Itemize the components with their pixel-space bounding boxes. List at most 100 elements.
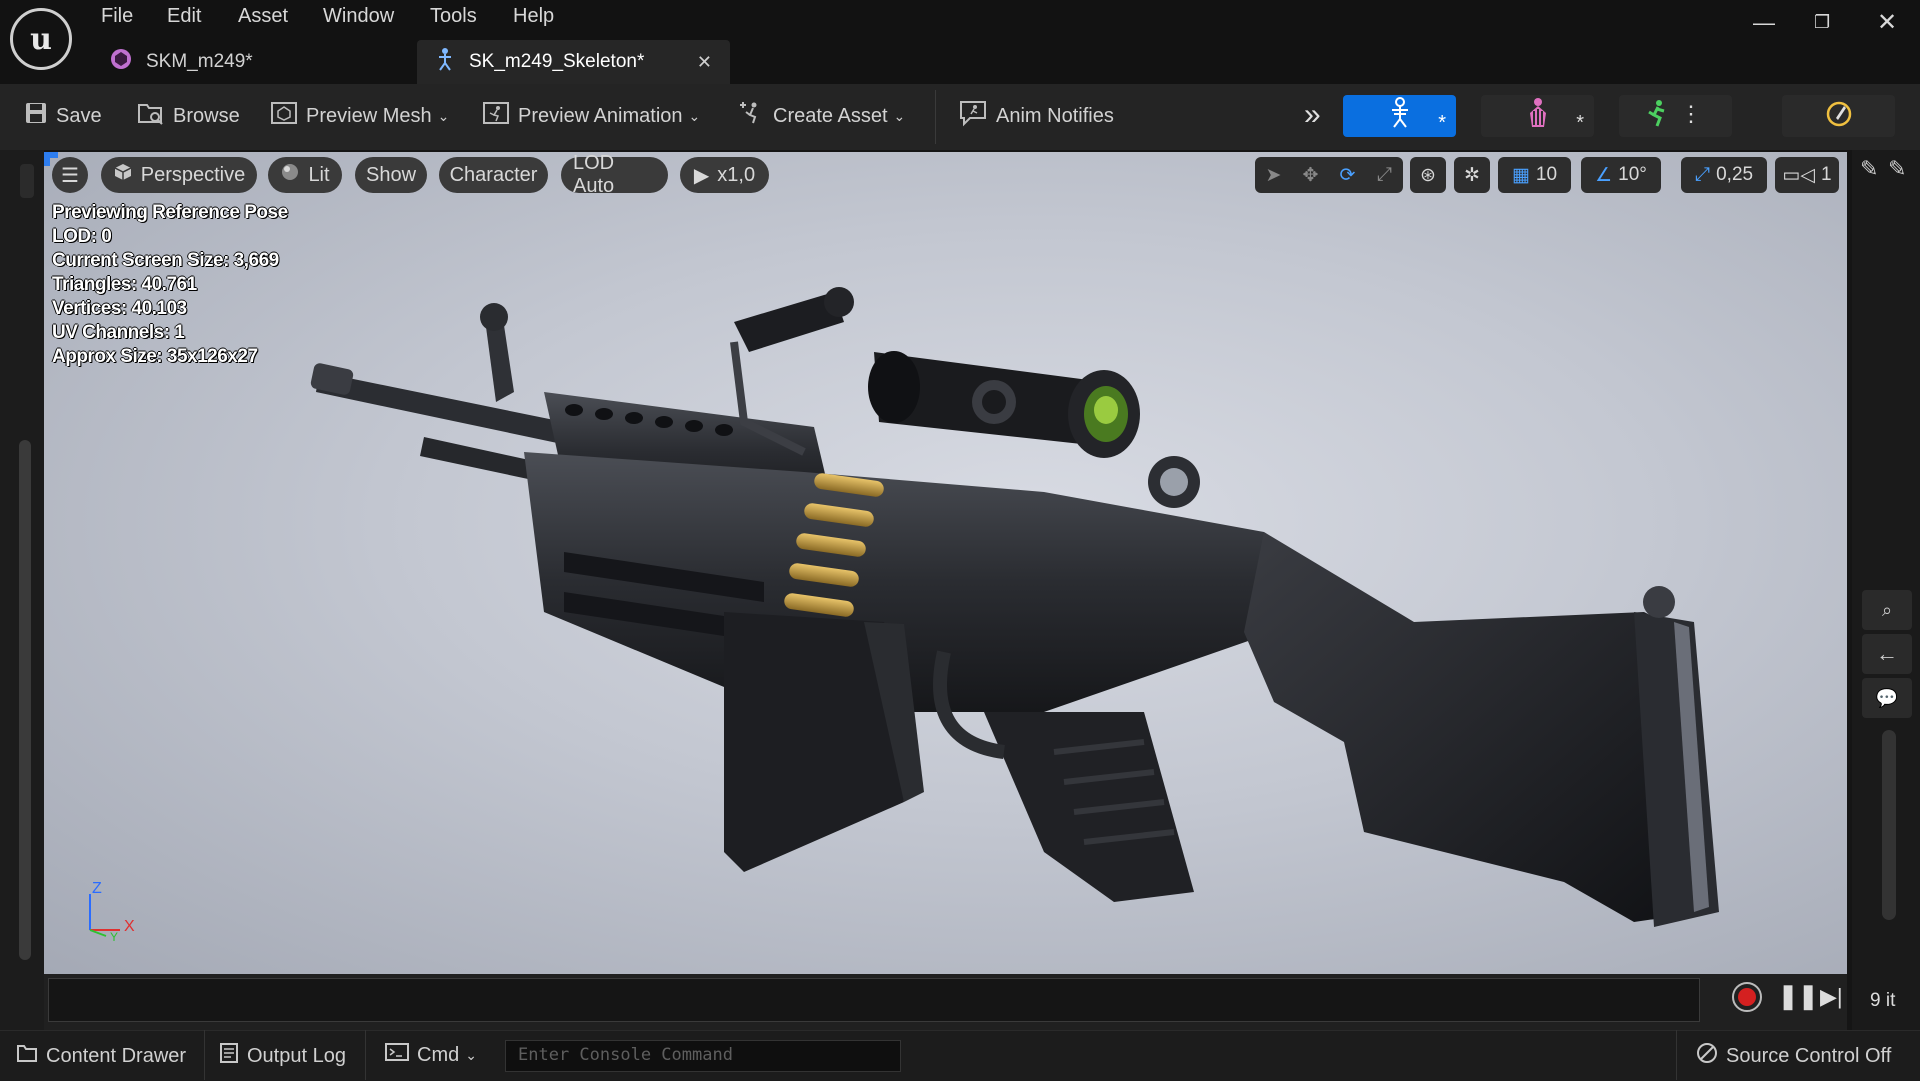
- coordinate-space-button[interactable]: ⊛: [1410, 157, 1446, 193]
- chat-button[interactable]: 💬: [1862, 678, 1912, 718]
- content-drawer-icon: [16, 1042, 38, 1070]
- tab-skm-m249[interactable]: SKM_m249*: [92, 40, 412, 84]
- m249-machine-gun-model: [310, 287, 1719, 927]
- sphere-icon: [280, 162, 300, 188]
- tab-sk-m249-skeleton[interactable]: SK_m249_Skeleton* ✕: [417, 40, 730, 84]
- browse-button[interactable]: Browse: [137, 96, 240, 136]
- back-button[interactable]: ←: [1862, 634, 1912, 674]
- frame-counter: 9 it: [1870, 990, 1896, 1011]
- step-forward-icon[interactable]: ▶|: [1820, 984, 1843, 1010]
- camera-follow-button[interactable]: ⌕: [1862, 590, 1912, 630]
- right-scrollbar[interactable]: [1882, 730, 1896, 920]
- playback-speed-button[interactable]: ▶ x1,0: [680, 157, 769, 193]
- save-button[interactable]: Save: [24, 96, 102, 136]
- preview-animation-dropdown[interactable]: Preview Animation ⌄: [482, 96, 700, 136]
- save-icon: [24, 101, 48, 131]
- animation-mode-button[interactable]: ⋮: [1619, 95, 1732, 137]
- timeline-track[interactable]: [48, 978, 1700, 1022]
- viewport[interactable]: [44, 152, 1847, 974]
- play-icon: ▶: [693, 164, 710, 187]
- scale-arrow-icon: ⤢: [1694, 164, 1711, 185]
- chat-bubble-icon: 💬: [1875, 687, 1899, 708]
- modified-star-icon: *: [1576, 112, 1584, 134]
- physics-mode-icon: [1824, 98, 1854, 135]
- source-control-button[interactable]: Source Control Off: [1696, 1042, 1891, 1070]
- arrow-left-icon: ←: [1876, 641, 1898, 666]
- terminal-icon: [385, 1042, 409, 1068]
- menu-tools[interactable]: Tools: [430, 5, 477, 28]
- viewport-options-button[interactable]: ☰: [52, 157, 88, 193]
- menu-asset[interactable]: Asset: [238, 5, 288, 28]
- physics-mode-button[interactable]: [1782, 95, 1895, 137]
- menu-window[interactable]: Window: [323, 5, 394, 28]
- close-icon[interactable]: ✕: [697, 52, 712, 73]
- chevron-down-icon: ⌄: [465, 1046, 477, 1063]
- world-icon: ⊛: [1420, 164, 1436, 186]
- mesh-icon: [110, 48, 132, 76]
- minimize-icon[interactable]: —: [1753, 10, 1775, 36]
- toolbar-divider: [935, 90, 936, 144]
- surface-snap-icon: ✲: [1464, 164, 1480, 186]
- scale-snap-button[interactable]: ⤢ 0,25: [1681, 157, 1767, 193]
- scale-icon[interactable]: ⤢: [1366, 164, 1403, 186]
- edit-pencil-icon[interactable]: ✎: [1860, 156, 1878, 182]
- stat-uv-channels: UV Channels: 1: [52, 322, 185, 343]
- window-close-icon[interactable]: ✕: [1877, 8, 1897, 37]
- anim-notifies-button[interactable]: Anim Notifies: [958, 96, 1114, 136]
- left-scrollbar[interactable]: [19, 440, 31, 960]
- expand-toolbar-icon[interactable]: »: [1304, 98, 1321, 132]
- move-icon[interactable]: ✥: [1292, 164, 1329, 187]
- mesh-mode-button[interactable]: *: [1481, 95, 1594, 137]
- tab-label: SK_m249_Skeleton*: [469, 51, 645, 72]
- preview-mesh-icon: [270, 100, 298, 132]
- stat-screen-size: Current Screen Size: 3,669: [52, 250, 279, 271]
- chevron-down-icon: ⌄: [437, 107, 450, 124]
- preview-animation-icon: [482, 100, 510, 132]
- transform-tools-group: ➤ ✥ ⟳ ⤢: [1255, 157, 1403, 193]
- menu-help[interactable]: Help: [513, 5, 554, 28]
- output-log-icon: [219, 1042, 239, 1070]
- skeleton-mode-button[interactable]: *: [1343, 95, 1456, 137]
- show-button[interactable]: Show: [355, 157, 427, 193]
- menu-file[interactable]: File: [101, 5, 133, 28]
- create-asset-dropdown[interactable]: Create Asset ⌄: [737, 96, 905, 136]
- preview-mesh-dropdown[interactable]: Preview Mesh ⌄: [270, 96, 449, 136]
- content-drawer-button[interactable]: Content Drawer: [16, 1042, 186, 1070]
- menu-edit[interactable]: Edit: [167, 5, 201, 28]
- skeleton-mode-icon: [1385, 96, 1415, 136]
- modified-star-icon: *: [1438, 112, 1446, 134]
- more-options-icon[interactable]: ⋮: [1680, 101, 1702, 127]
- search-camera-icon: ⌕: [1881, 599, 1893, 620]
- camera-icon: ▭◁: [1782, 164, 1815, 186]
- character-button[interactable]: Character: [439, 157, 548, 193]
- rotation-snap-button[interactable]: ∠ 10°: [1581, 157, 1661, 193]
- skeleton-icon: [435, 47, 455, 77]
- stat-lod: LOD: 0: [52, 226, 112, 247]
- camera-speed-button[interactable]: ▭◁ 1: [1775, 157, 1839, 193]
- stat-preview-pose: Previewing Reference Pose: [52, 202, 288, 223]
- chevron-down-icon: ⌄: [688, 107, 701, 124]
- create-asset-icon: [737, 100, 765, 132]
- restore-icon[interactable]: ❐: [1814, 12, 1830, 33]
- angle-icon: ∠: [1595, 164, 1613, 186]
- cube-icon: [113, 162, 133, 188]
- perspective-button[interactable]: Perspective: [101, 157, 257, 193]
- grid-snap-button[interactable]: ▦ 10: [1498, 157, 1571, 193]
- output-log-button[interactable]: Output Log: [219, 1042, 346, 1070]
- rotate-icon[interactable]: ⟳: [1329, 164, 1366, 187]
- record-icon: [1738, 988, 1756, 1006]
- stat-approx-size: Approx Size: 35x126x27: [52, 346, 258, 367]
- console-command-input[interactable]: Enter Console Command: [505, 1040, 901, 1072]
- lod-button[interactable]: LOD Auto: [561, 152, 668, 197]
- edit-pencil-alt-icon[interactable]: ✎: [1888, 156, 1906, 182]
- pause-icon[interactable]: ❚❚: [1778, 982, 1818, 1011]
- lit-button[interactable]: Lit: [268, 157, 342, 193]
- surface-snap-button[interactable]: ✲: [1454, 157, 1490, 193]
- unreal-logo-icon[interactable]: u: [10, 8, 72, 70]
- right-side-panel: ✎ ✎ ⌕ ← 💬: [1852, 150, 1920, 1030]
- record-button[interactable]: [1732, 982, 1762, 1012]
- cmd-dropdown[interactable]: Cmd ⌄: [385, 1042, 477, 1068]
- select-icon[interactable]: ➤: [1255, 164, 1292, 187]
- chevron-down-icon: ⌄: [893, 107, 906, 124]
- grid-icon: ▦: [1511, 164, 1530, 186]
